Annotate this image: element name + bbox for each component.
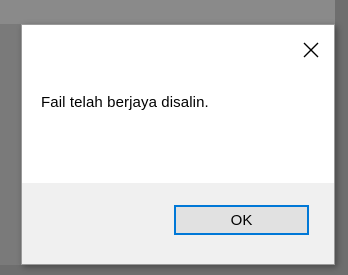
message-dialog: Fail telah berjaya disalin. OK [21,24,335,265]
dialog-content [22,75,334,183]
dialog-message: Fail telah berjaya disalin. [41,94,209,111]
ok-button[interactable]: OK [174,205,309,235]
dialog-footer: OK [22,183,334,264]
close-icon [303,42,319,58]
backdrop-right [335,0,348,275]
close-button[interactable] [288,25,334,75]
dialog-titlebar [22,25,334,75]
backdrop-bottom [0,265,348,275]
backdrop-top [0,0,348,24]
